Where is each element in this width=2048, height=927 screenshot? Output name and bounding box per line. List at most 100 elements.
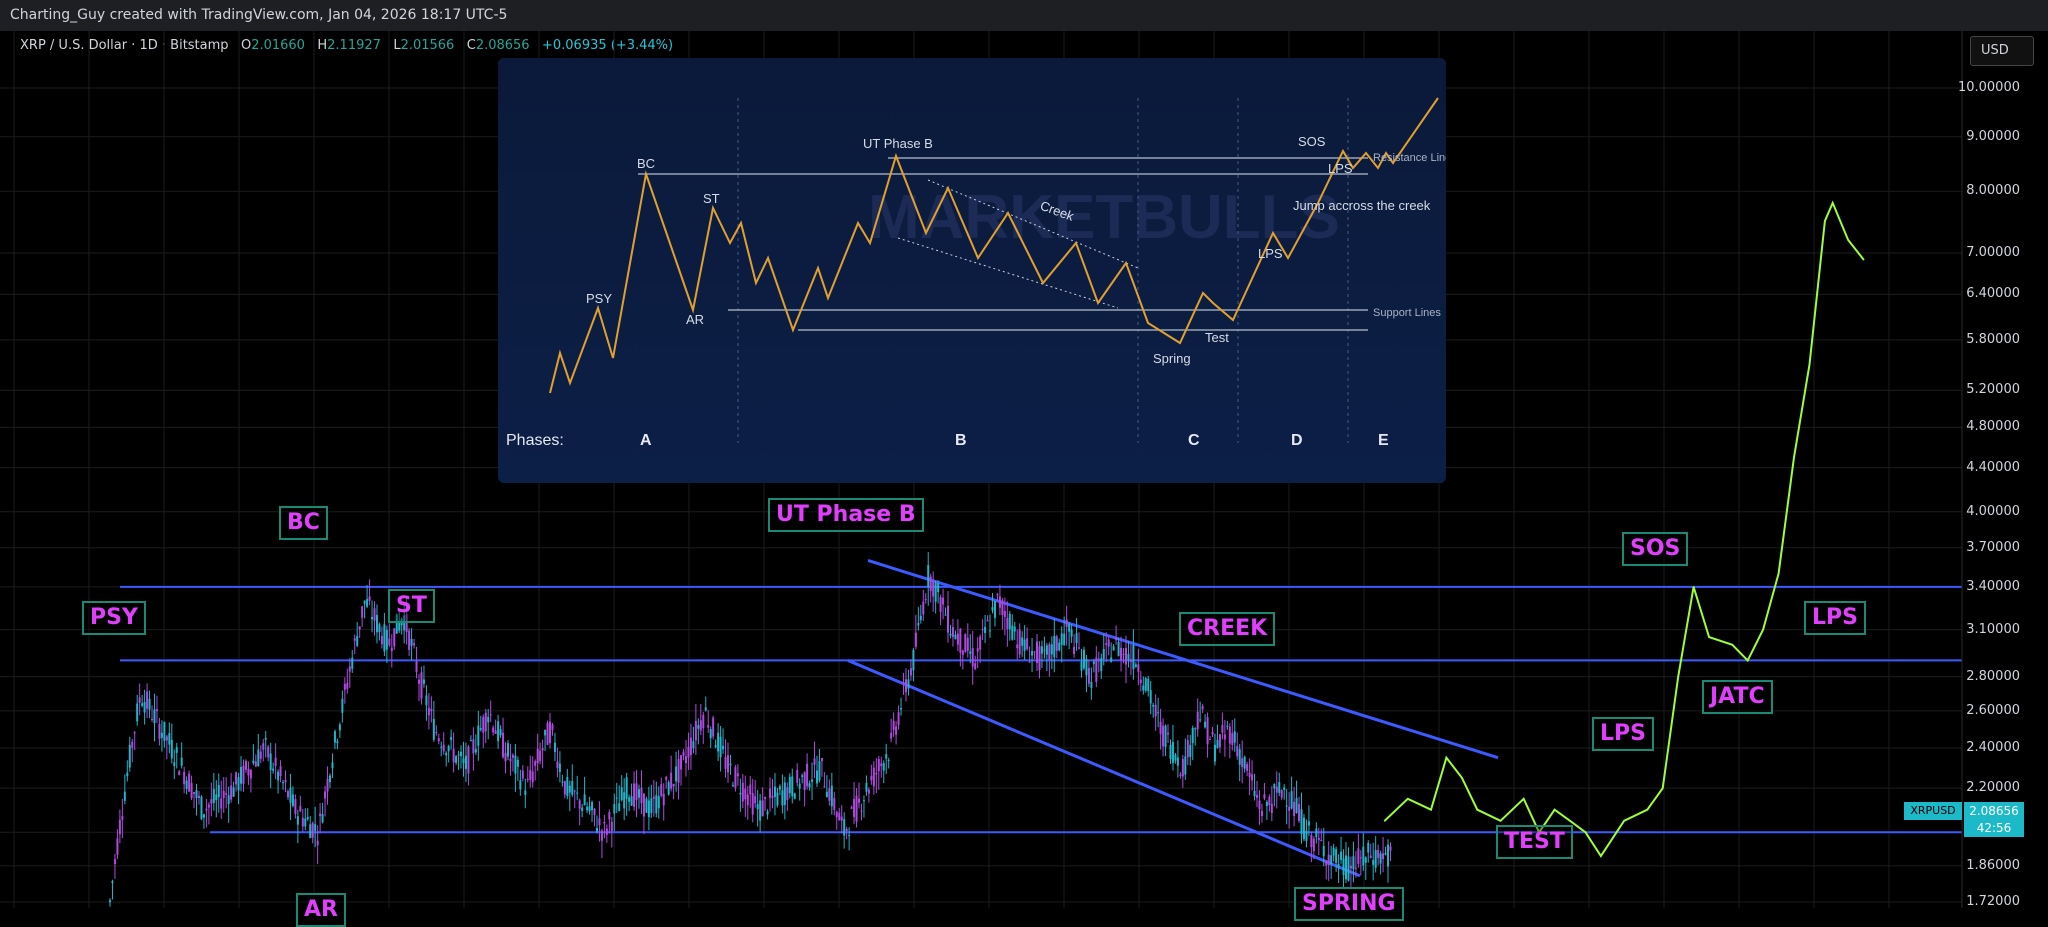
candle-body (1275, 786, 1278, 793)
projection-point (1383, 820, 1386, 822)
candle-body (375, 614, 378, 633)
candle-body (845, 828, 848, 831)
candle-body (1021, 637, 1024, 646)
projection-point (1731, 643, 1734, 646)
candle-body (798, 783, 801, 789)
wyckoff-label: LPS (1258, 246, 1283, 261)
candle-body (717, 732, 720, 752)
projection-point (1831, 202, 1834, 204)
candle-body (418, 679, 420, 684)
candle-body (1189, 744, 1192, 757)
candle-body (1283, 787, 1286, 790)
candle-body (514, 755, 517, 774)
candle-body (722, 745, 725, 750)
candle-body (699, 720, 702, 731)
candle-body (1300, 809, 1303, 834)
candle-body (1162, 725, 1165, 747)
candle-body (563, 781, 566, 795)
y-tick-label: 3.10000 (1966, 621, 2020, 637)
wyckoff-label: Resistance Lines (1373, 152, 1446, 164)
projection-point (1862, 258, 1865, 261)
candle-body (529, 770, 532, 780)
ar-label: AR (296, 893, 346, 927)
candle-body (1117, 641, 1120, 656)
y-tick-label: 9.00000 (1966, 128, 2020, 144)
y-tick-label: 1.86000 (1966, 857, 2020, 873)
candle-body (1377, 849, 1380, 858)
candle-body (922, 601, 925, 615)
candle-body (746, 794, 749, 806)
candle-body (759, 800, 762, 821)
candle-body (341, 698, 344, 713)
candle-body (1129, 659, 1132, 663)
candle-body (1246, 764, 1249, 771)
candle-body (1327, 854, 1330, 866)
candle-body (1364, 857, 1367, 863)
candle-body (1369, 855, 1372, 858)
candle-body (677, 759, 680, 783)
candle-body (294, 799, 297, 815)
candle-body (1097, 658, 1100, 660)
candle-body (929, 576, 932, 592)
candle-body (1223, 734, 1226, 740)
spring-label: SPRING (1294, 887, 1404, 921)
y-tick-label: 4.40000 (1966, 459, 2020, 475)
attribution-bar: Charting_Guy created with TradingView.co… (0, 0, 2048, 31)
candle-body (1387, 844, 1390, 867)
candle-body (1001, 600, 1004, 615)
candle-body (1194, 728, 1197, 730)
phase-label: A (640, 432, 652, 449)
candle-body (672, 783, 675, 787)
candle-body (464, 755, 467, 769)
candle-body (1144, 678, 1147, 691)
candle-body (766, 811, 769, 815)
candle-body (660, 784, 663, 796)
wyckoff-label: Spring (1153, 351, 1191, 366)
candle-body (657, 796, 660, 809)
candle-body (712, 717, 715, 737)
candle-body (259, 751, 262, 759)
candle-body (435, 732, 438, 734)
candle-body (1073, 646, 1076, 655)
candle-body (1332, 847, 1335, 856)
candle-body (692, 741, 695, 749)
candle-body (588, 806, 591, 812)
candle-body (583, 794, 586, 806)
candle-body (1016, 644, 1019, 649)
candle-body (1335, 849, 1338, 863)
candle-body (242, 765, 245, 784)
candle-body (1065, 619, 1068, 627)
candle-body (989, 630, 992, 632)
candle-body (993, 601, 996, 618)
candle-body (146, 691, 149, 709)
candle-body (600, 830, 603, 841)
candle-body (586, 806, 589, 811)
candle-body (1139, 679, 1142, 684)
candle-body (1152, 704, 1155, 707)
candle-body (338, 724, 341, 731)
y-tick-label: 3.70000 (1966, 539, 2020, 555)
candle-body (1006, 617, 1009, 629)
candle-body (296, 816, 299, 825)
projection-series-line (1383, 200, 1865, 858)
candle-body (155, 709, 158, 712)
candle-body (1221, 725, 1224, 733)
candle-body (840, 816, 843, 821)
candle-body (902, 682, 905, 684)
candle-body (141, 703, 144, 706)
candle-body (487, 716, 490, 723)
candle-body (413, 643, 416, 646)
candle-body (684, 756, 687, 764)
candle-body (165, 736, 168, 741)
candle-body (1372, 860, 1375, 865)
candle-body (1078, 647, 1081, 649)
candle-body (860, 810, 863, 812)
projection-point (1793, 456, 1795, 459)
wyckoff-label: PSY (586, 291, 612, 306)
candle-body (1231, 733, 1234, 745)
candle-body (927, 565, 930, 588)
candle-body (1216, 739, 1219, 748)
candle-body (531, 771, 534, 783)
y-tick-label: 2.40000 (1966, 739, 2020, 755)
candle-body (986, 620, 989, 622)
